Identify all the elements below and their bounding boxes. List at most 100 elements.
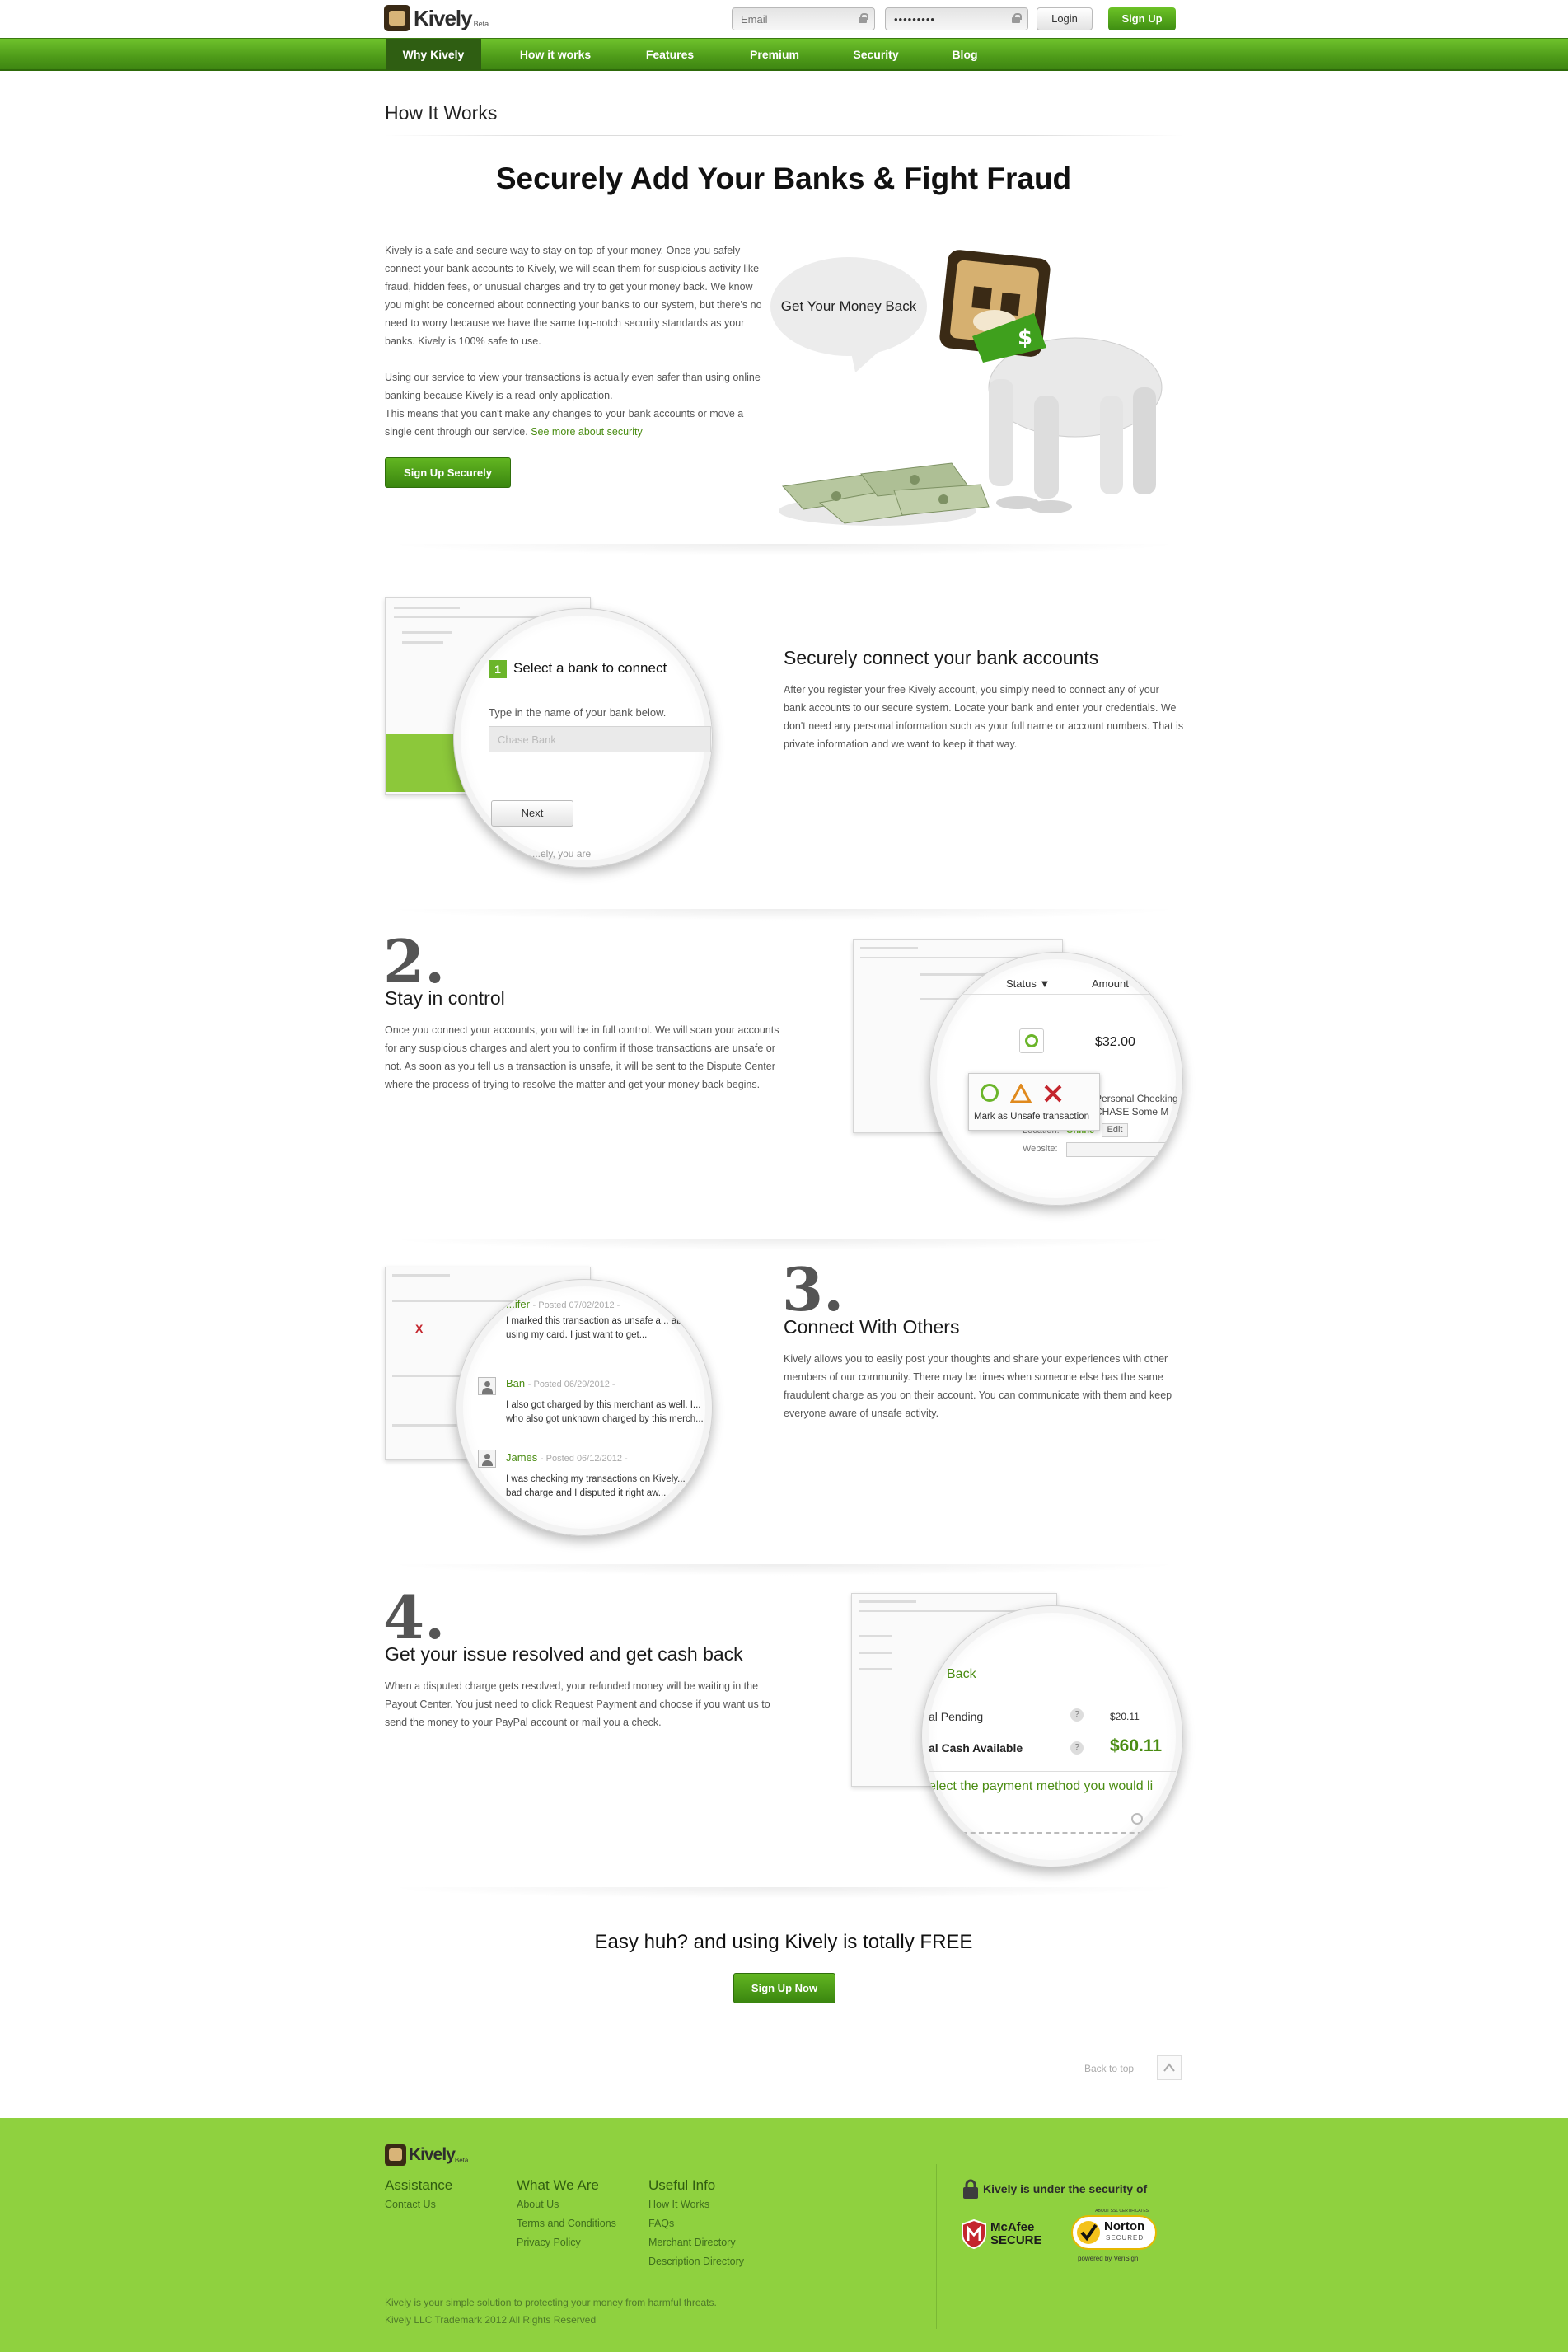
step1-mag-footer: ...ely, you are (532, 848, 592, 860)
security-link[interactable]: See more about security (531, 426, 643, 438)
step2-text: Once you connect your accounts, you will… (385, 1024, 779, 1090)
main-nav: Why Kively How it works Features Premium… (0, 38, 1568, 71)
kively-logo[interactable]: Kively Beta (384, 3, 491, 33)
footer-logo-text: Kively (409, 2145, 456, 2164)
step3-number: 3. (782, 1254, 845, 1324)
section-divider (384, 1564, 1183, 1576)
signup-button[interactable]: Sign Up (1108, 7, 1176, 30)
safe-status-button (1019, 1028, 1044, 1053)
intro-paragraph-2: Using our service to view your transacti… (385, 368, 764, 441)
step2-account-2: CHASE Some M (1095, 1106, 1169, 1117)
nav-item-blog[interactable]: Blog (939, 39, 990, 70)
lock-icon (1012, 13, 1022, 23)
step2-amount-head: Amount (1092, 977, 1129, 990)
step1-text: After you register your free Kively acco… (784, 684, 1184, 750)
signup-securely-button[interactable]: Sign Up Securely (385, 457, 511, 488)
back-to-top-link[interactable]: Back to top (1084, 2063, 1134, 2074)
step2-status-head: Status ▼ (1006, 977, 1050, 990)
comment-1-name: ...ifer (506, 1298, 530, 1310)
comment-2-text: I also got charged by this merchant as w… (506, 1400, 704, 1424)
nav-item-how-it-works[interactable]: How it works (504, 39, 606, 70)
footer-link-privacy[interactable]: Privacy Policy (517, 2233, 616, 2252)
norton-text: Norton (1104, 2219, 1145, 2233)
comment-1-text: I marked this transaction as unsafe a...… (506, 1316, 695, 1340)
safe-circle-icon (981, 1084, 999, 1102)
user-avatar-icon (478, 1450, 496, 1468)
comment-2-header: Ban - Posted 06/29/2012 - (506, 1377, 615, 1389)
footer-link-merchant-directory[interactable]: Merchant Directory (648, 2233, 744, 2252)
step2-title: Stay in control (385, 987, 505, 1009)
lock-icon (859, 13, 868, 23)
chevron-up-icon (1163, 2063, 1175, 2072)
footer-link-faqs[interactable]: FAQs (648, 2214, 744, 2233)
login-button[interactable]: Login (1037, 7, 1093, 30)
signup-now-button[interactable]: Sign Up Now (733, 1973, 835, 2003)
password-input[interactable] (885, 7, 1028, 30)
step3-text: Kively allows you to easily post your th… (784, 1353, 1172, 1419)
footer-col-assistance: Assistance Contact Us (385, 2177, 452, 2214)
step1-bank-input: Chase Bank (489, 726, 711, 752)
mcafee-badge[interactable]: McAfee SECURE (961, 2215, 1053, 2253)
help-icon: ? (1070, 1708, 1084, 1722)
help-icon: ? (1070, 1741, 1084, 1755)
footer-link-description-directory[interactable]: Description Directory (648, 2252, 744, 2271)
norton-badge[interactable]: ABOUT SSL CERTIFICATES Norton SECURED po… (1071, 2209, 1162, 2268)
step4-title: Get your issue resolved and get cash bac… (385, 1643, 743, 1665)
mcafee-shield-icon (962, 2219, 986, 2249)
mcafee-secure-text: SECURE (990, 2233, 1042, 2247)
step4-select-method: elect the payment method you would li (929, 1779, 1154, 1793)
footer-link-contact[interactable]: Contact Us (385, 2195, 452, 2214)
security-heading-row: Kively is under the security of (962, 2178, 1147, 2200)
step2-number: 2. (383, 926, 446, 996)
divider (384, 135, 1183, 136)
headline: Securely Add Your Banks & Fight Fraud (495, 162, 1072, 195)
dog-logo-icon (385, 2144, 406, 2166)
logo-text: Kively (414, 5, 473, 30)
nav-item-features[interactable]: Features (631, 39, 709, 70)
step1-title: Securely connect your bank accounts (784, 647, 1099, 668)
nav-item-premium[interactable]: Premium (733, 39, 816, 70)
dog-icon: $ (939, 250, 1163, 513)
nav-item-security[interactable]: Security (839, 39, 913, 70)
unsafe-tooltip: Mark as Unsafe transaction (968, 1073, 1100, 1131)
step3-magnifier: ...ifer - Posted 07/02/2012 - I marked t… (456, 1279, 713, 1536)
footer-link-about[interactable]: About Us (517, 2195, 616, 2214)
step1-mag-heading: Select a bank to connect (513, 660, 667, 676)
step2-edit-button: Edit (1102, 1123, 1128, 1137)
back-to-top-button[interactable] (1157, 2055, 1182, 2080)
mcafee-text: McAfee (990, 2220, 1035, 2234)
step1-mag-prompt: Type in the name of your bank below. (489, 706, 667, 719)
footer-link-how-it-works[interactable]: How It Works (648, 2195, 744, 2214)
footer-col-useful-info: Useful Info How It Works FAQs Merchant D… (648, 2177, 744, 2271)
unsafe-x-icon: X (415, 1322, 424, 1335)
footer-copyright: Kively LLC Trademark 2012 All Rights Res… (385, 2314, 597, 2326)
norton-secured-text: SECURED (1106, 2234, 1144, 2242)
footer-divider (936, 2164, 937, 2329)
footer-link-terms[interactable]: Terms and Conditions (517, 2214, 616, 2233)
email-input[interactable] (732, 7, 875, 30)
footer-logo[interactable]: Kively Beta (385, 2144, 468, 2166)
step3-title: Connect With Others (784, 1316, 960, 1338)
footer-col-what-we-are: What We Are About Us Terms and Condition… (517, 2177, 616, 2252)
security-heading: Kively is under the security of (983, 2182, 1148, 2195)
comment-3-header: James - Posted 06/12/2012 - (506, 1451, 628, 1464)
step2-status-label: Status (1006, 977, 1037, 990)
step2-website-label: Website: (1023, 1144, 1058, 1154)
step2-amount: $32.00 (1095, 1035, 1135, 1049)
nav-item-why-kively[interactable]: Why Kively (386, 39, 481, 70)
footer-heading: Useful Info (648, 2177, 716, 2193)
dog-illustration: $ (779, 250, 1163, 526)
comment-1-date: - Posted 07/02/2012 - (532, 1300, 620, 1310)
step2-account: Personal Checking (1095, 1093, 1178, 1104)
step4-pending-value: $20.11 (1110, 1711, 1140, 1722)
logo-beta-badge: Beta (473, 20, 489, 28)
user-avatar-icon (478, 1377, 496, 1395)
comment-1-header: ...ifer - Posted 07/02/2012 - (506, 1298, 620, 1310)
section-divider (384, 1887, 1183, 1899)
unsafe-x-icon (1044, 1085, 1062, 1103)
comment-3-text: I was checking my transactions on Kively… (506, 1474, 686, 1498)
dollar-icon: $ (1018, 326, 1032, 350)
page-title: How It Works (385, 102, 498, 124)
footer-logo-badge: Beta (454, 2156, 469, 2164)
section-divider (384, 909, 1183, 921)
